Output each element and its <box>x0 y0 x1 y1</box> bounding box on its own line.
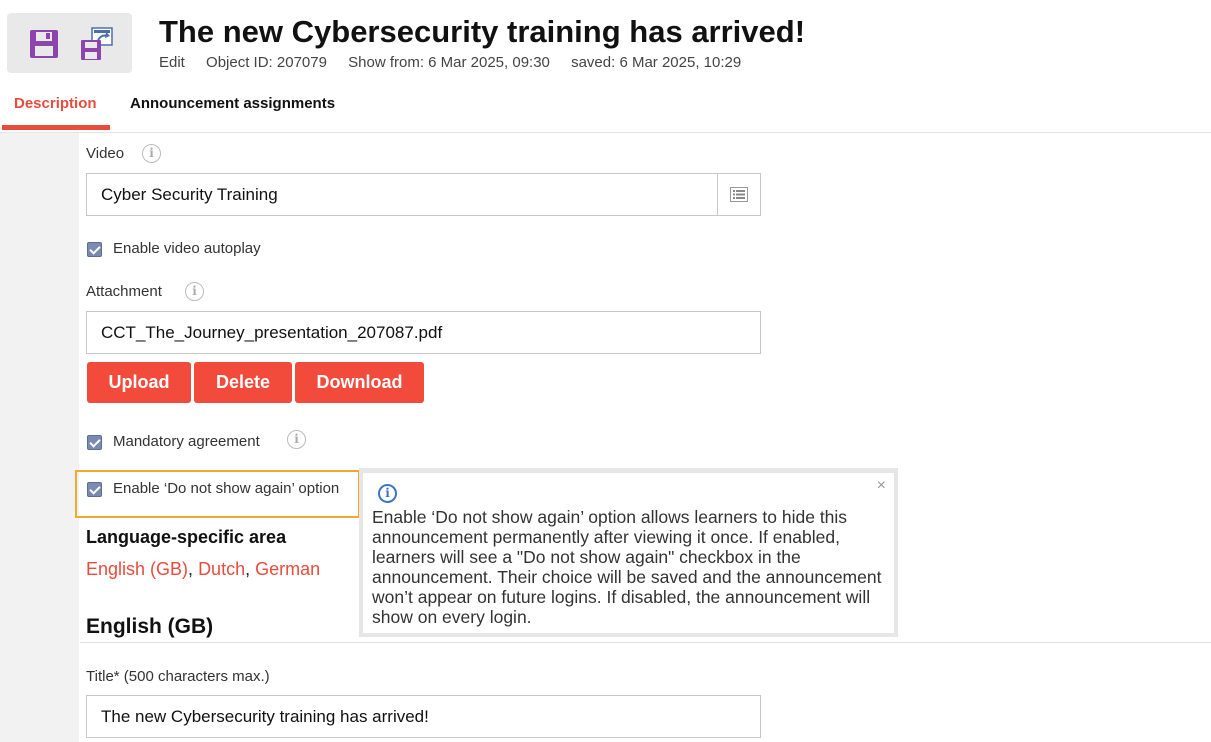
tooltip-body: i × Enable ‘Do not show again’ option al… <box>363 473 894 633</box>
info-icon: i <box>378 484 397 503</box>
mandatory-agreement-checkbox[interactable] <box>87 435 102 450</box>
autoplay-checkbox[interactable] <box>87 242 102 257</box>
attachment-label: Attachment <box>86 283 162 300</box>
attachment-field[interactable] <box>86 311 761 354</box>
video-info-icon[interactable]: i <box>142 144 161 163</box>
tab-announcement-assignments[interactable]: Announcement assignments <box>130 95 335 112</box>
close-icon[interactable]: × <box>877 477 886 495</box>
mode-label: Edit <box>159 54 185 71</box>
video-field[interactable] <box>86 173 761 216</box>
attachment-info-icon[interactable]: i <box>185 282 204 301</box>
save-publish-icon[interactable] <box>78 26 116 67</box>
language-separator: , <box>188 559 199 579</box>
title-field[interactable] <box>86 695 761 738</box>
english-section-heading: English (GB) <box>86 615 214 638</box>
left-gutter <box>0 133 79 742</box>
download-button[interactable]: Download <box>295 362 424 403</box>
tooltip-text: Enable ‘Do not show again’ option allows… <box>372 507 882 627</box>
video-input[interactable] <box>87 174 717 215</box>
object-id: Object ID: 207079 <box>206 54 327 71</box>
section-divider <box>80 642 1211 643</box>
delete-button[interactable]: Delete <box>194 362 292 403</box>
info-tooltip: i × Enable ‘Do not show again’ option al… <box>359 468 898 637</box>
mandatory-agreement-label: Mandatory agreement <box>113 433 260 450</box>
language-link-english-gb[interactable]: English (GB) <box>86 559 188 579</box>
language-links: English (GB), Dutch, German <box>86 559 320 580</box>
save-icon[interactable] <box>28 28 60 65</box>
title-field-label: Title* (500 characters max.) <box>86 668 270 685</box>
tab-bar: Description Announcement assignments <box>0 90 1211 133</box>
active-tab-indicator <box>2 125 110 130</box>
language-link-german[interactable]: German <box>255 559 320 579</box>
mandatory-agreement-info-icon[interactable]: i <box>287 430 306 449</box>
attachment-input[interactable] <box>87 312 760 353</box>
language-area-heading: Language-specific area <box>86 527 287 547</box>
title-input[interactable] <box>87 696 760 737</box>
video-label: Video <box>86 145 125 162</box>
list-icon <box>730 187 748 202</box>
autoplay-label: Enable video autoplay <box>113 240 261 257</box>
language-link-dutch[interactable]: Dutch <box>198 559 245 579</box>
page-meta: Edit Object ID: 207079 Show from: 6 Mar … <box>159 54 758 71</box>
toolbar <box>7 13 132 73</box>
saved-timestamp: saved: 6 Mar 2025, 10:29 <box>571 54 742 71</box>
language-separator: , <box>245 559 256 579</box>
show-from: Show from: 6 Mar 2025, 09:30 <box>348 54 550 71</box>
page-title: The new Cybersecurity training has arriv… <box>159 14 806 49</box>
announcement-editor: The new Cybersecurity training has arriv… <box>0 0 1211 742</box>
do-not-show-again-label: Enable ‘Do not show again’ option <box>113 480 340 497</box>
video-picker-button[interactable] <box>717 174 760 215</box>
do-not-show-again-checkbox[interactable] <box>87 482 102 497</box>
upload-button[interactable]: Upload <box>87 362 191 403</box>
tab-description[interactable]: Description <box>14 95 97 112</box>
